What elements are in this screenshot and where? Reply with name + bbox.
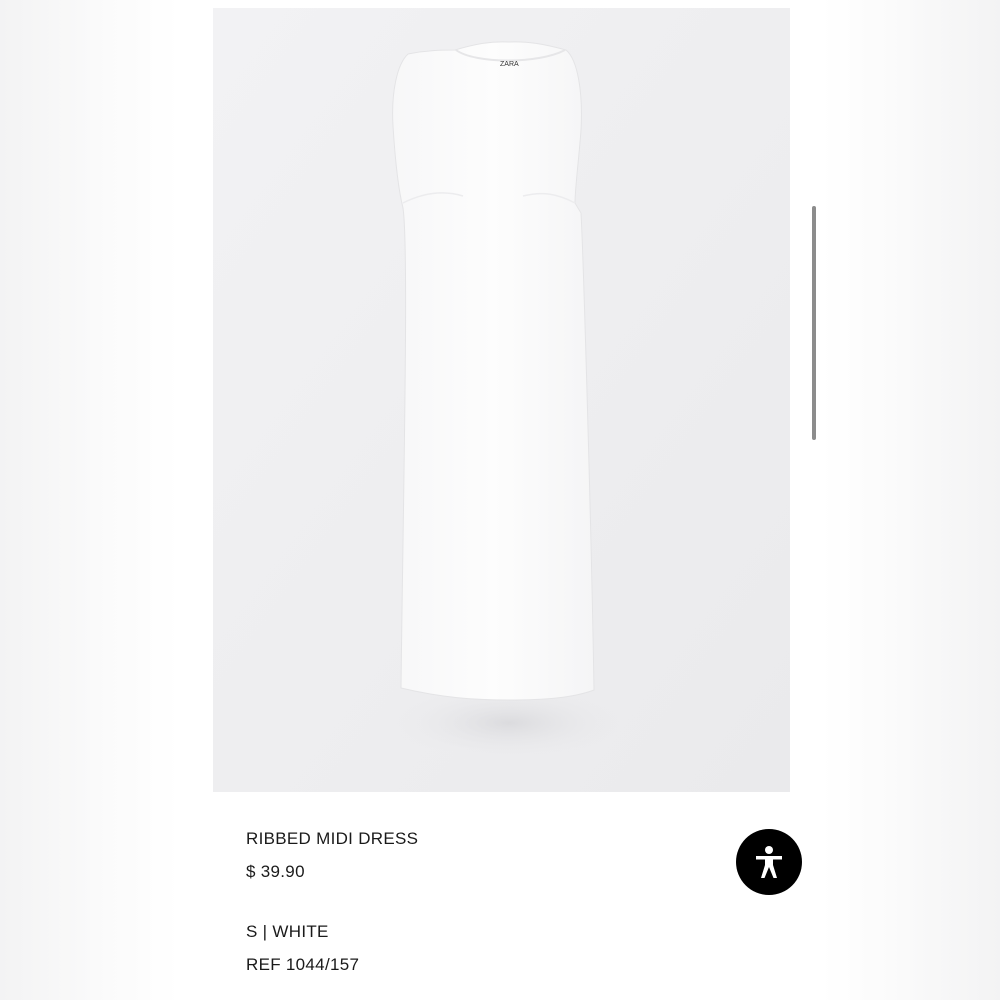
background-right (820, 0, 1000, 1000)
dress-body (392, 41, 595, 701)
product-image[interactable]: ZARA (213, 8, 790, 792)
accessibility-person-icon (756, 846, 782, 878)
product-size-color: S | WHITE (246, 922, 329, 941)
product-price: $ 39.90 (246, 862, 305, 881)
dress-illustration: ZARA (213, 8, 790, 792)
background-left (0, 0, 180, 1000)
accessibility-button[interactable] (736, 829, 802, 895)
svg-text:ZARA: ZARA (500, 61, 519, 68)
brand-label: ZARA (500, 61, 519, 68)
product-name: RIBBED MIDI DRESS (246, 829, 419, 848)
product-reference: REF 1044/157 (246, 955, 360, 974)
scrollbar[interactable] (812, 206, 816, 440)
